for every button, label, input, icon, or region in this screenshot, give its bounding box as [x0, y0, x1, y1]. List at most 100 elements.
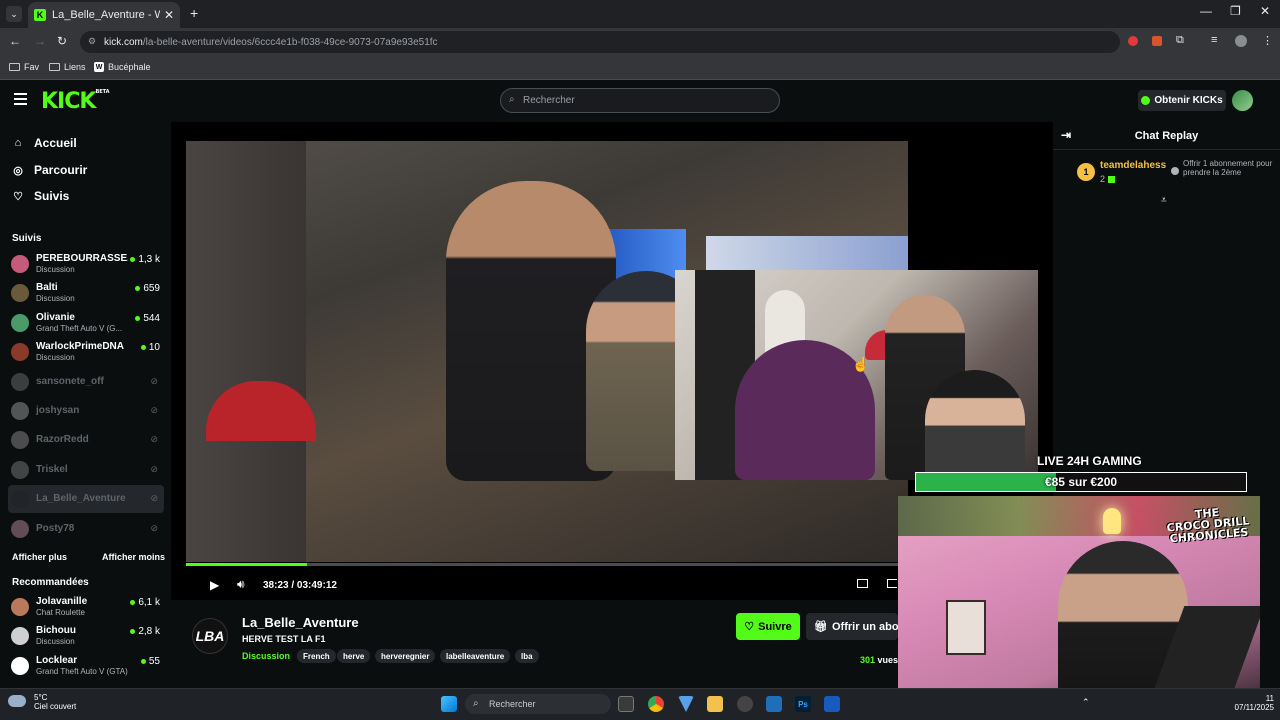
- chat-message-text: Offrir 1 abonnement pour prendre la 2ème: [1183, 159, 1273, 177]
- show-less-button[interactable]: Afficher moins: [102, 552, 165, 562]
- maximize-window-button[interactable]: ❐: [1230, 4, 1241, 18]
- url-field[interactable]: ⚙ kick.com/la-belle-aventure/videos/6ccc…: [80, 31, 1120, 53]
- sidebar-channel-locklear[interactable]: Locklear Grand Theft Auto V (GTA) 55: [8, 652, 164, 680]
- tag-herveregnier[interactable]: herveregnier: [375, 649, 436, 663]
- viewer-count-value: 10: [148, 342, 160, 354]
- sidebar-channel-joshysan[interactable]: joshysan ⊘: [8, 397, 164, 425]
- chevron-up-icon[interactable]: ⌃: [1082, 697, 1090, 708]
- app-icon[interactable]: [766, 696, 782, 712]
- show-more-button[interactable]: Afficher plus: [12, 552, 67, 562]
- tag-lba[interactable]: lba: [515, 649, 539, 663]
- extension-icon[interactable]: [1128, 36, 1138, 46]
- webcam-overlay: THE CROCO DRILL CHRONICLES: [898, 496, 1260, 700]
- chat-header: ⇥ Chat Replay: [1053, 122, 1280, 150]
- folder-icon: [9, 63, 20, 71]
- time-display: 38:23 / 03:49:12: [263, 580, 337, 591]
- sidebar-channel-la-belle-aventure[interactable]: La_Belle_Aventure ⊘: [8, 485, 164, 514]
- nav-parcourir[interactable]: ◎ Parcourir: [12, 163, 87, 177]
- sidebar-channel-triskel[interactable]: Triskel ⊘: [8, 456, 164, 484]
- sidebar-channel-jolavanille[interactable]: Jolavanille Chat Roulette 6,1 k: [8, 593, 164, 621]
- rank-badge: 1: [1077, 163, 1095, 181]
- miniplayer-icon[interactable]: [857, 579, 868, 588]
- follow-button[interactable]: ♡ Suivre: [736, 613, 800, 640]
- channel-name: Triskel: [36, 463, 68, 475]
- close-tab-icon[interactable]: ✕: [164, 8, 174, 22]
- bookmark-bucephale[interactable]: W Bucéphale: [94, 62, 151, 72]
- sidebar-channel-warlockprimedna[interactable]: WarlockPrimeDNA Discussion 10: [8, 338, 164, 366]
- live-dot-icon: [140, 345, 146, 351]
- app-icon[interactable]: [737, 696, 753, 712]
- media-control-icon[interactable]: ≡: [1211, 34, 1217, 46]
- sidebar-channel-razorredd[interactable]: RazorRedd ⊘: [8, 426, 164, 454]
- theater-mode-icon[interactable]: [887, 579, 897, 588]
- channel-avatar: [11, 460, 29, 479]
- volume-icon[interactable]: 🔊︎: [237, 577, 245, 592]
- weather-widget[interactable]: 5°C Ciel couvert: [8, 693, 76, 711]
- profile-avatar[interactable]: [1235, 35, 1247, 47]
- word-icon[interactable]: [824, 696, 840, 712]
- new-tab-button[interactable]: +: [190, 5, 198, 21]
- kick-logo[interactable]: KICKBETA: [41, 89, 110, 114]
- get-kicks-button[interactable]: Obtenir KICKs: [1138, 90, 1226, 111]
- close-window-button[interactable]: ✕: [1260, 4, 1270, 18]
- sidebar-channel-olivanie[interactable]: Olivanie Grand Theft Auto V (G... 544: [8, 309, 164, 337]
- hamburger-menu-icon[interactable]: [14, 93, 27, 105]
- forward-arrow-icon[interactable]: →: [34, 34, 46, 48]
- user-avatar[interactable]: [1232, 90, 1253, 111]
- site-info-icon[interactable]: ⚙: [88, 36, 96, 47]
- channel-name: WarlockPrimeDNA: [36, 341, 124, 353]
- browser-tab[interactable]: K La_Belle_Aventure - Watch the V ✕: [28, 2, 180, 28]
- bookmark-fav[interactable]: Fav: [9, 62, 39, 72]
- gift-icon: 🎁︎: [814, 621, 828, 633]
- tag-french[interactable]: French: [297, 649, 336, 663]
- reload-icon[interactable]: ↻: [57, 34, 67, 48]
- taskbar-search[interactable]: ⌕ Rechercher: [465, 694, 611, 714]
- channel-avatar: [11, 402, 29, 420]
- channel-avatar[interactable]: LBA: [192, 618, 228, 654]
- viewer-count: 544: [135, 313, 160, 324]
- viewer-count-value: 6,1 k: [138, 597, 160, 608]
- windows-start-icon[interactable]: [441, 696, 457, 712]
- channel-avatar: [11, 255, 29, 273]
- menu-kebab-icon[interactable]: ⋮: [1262, 34, 1273, 47]
- channel-avatar: [11, 372, 29, 391]
- tab-list-button[interactable]: ⌄: [6, 6, 22, 22]
- live-dot-icon: [130, 600, 136, 605]
- browser-tab-bar: ⌄ K La_Belle_Aventure - Watch the V ✕ + …: [0, 0, 1280, 28]
- system-clock[interactable]: 11 07/11/2025: [1214, 694, 1274, 712]
- channel-name: Olivanie: [36, 311, 75, 323]
- chrome-icon[interactable]: [648, 696, 664, 712]
- channel-category: Grand Theft Auto V (G...: [36, 323, 123, 333]
- viewer-count: 659: [135, 283, 160, 294]
- nav-suivis[interactable]: ♡ Suivis: [12, 189, 69, 203]
- chat-username[interactable]: teamdelahess: [1100, 160, 1166, 171]
- video-progress-bar[interactable]: [186, 563, 908, 566]
- tag-herve[interactable]: herve: [337, 649, 371, 663]
- extension-icon[interactable]: [1152, 36, 1162, 46]
- donation-goal-text: €85 sur €200: [1044, 475, 1118, 489]
- sidebar-channel-sansonete-off[interactable]: sansonete_off ⊘: [8, 368, 164, 396]
- video-controls: ▶ 🔊︎ 38:23 / 03:49:12: [186, 574, 908, 596]
- tag-labelleaventure[interactable]: labelleaventure: [440, 649, 511, 663]
- sidebar-channel-balti[interactable]: Balti Discussion 659: [8, 279, 164, 307]
- sidebar-channel-bichouu[interactable]: Bichouu Discussion 2,8 k: [8, 622, 164, 650]
- back-arrow-icon[interactable]: ←: [9, 34, 21, 48]
- bookmark-liens[interactable]: Liens: [49, 62, 86, 72]
- channel-name[interactable]: La_Belle_Aventure: [242, 615, 359, 630]
- channel-category: Grand Theft Auto V (GTA): [36, 666, 128, 676]
- gift-subscription-button[interactable]: 🎁︎ Offrir un abon: [806, 613, 898, 640]
- search-input[interactable]: ⌕ Rechercher: [500, 88, 780, 113]
- sidebar-channel-posty78[interactable]: Posty78 ⊘: [8, 515, 164, 543]
- photoshop-icon[interactable]: Ps: [795, 696, 811, 712]
- sidebar-channel-perebourrasse-[interactable]: PEREBOURRASSE... Discussion 1,3 k: [8, 250, 164, 278]
- nav-accueil[interactable]: ⌂ Accueil: [12, 136, 77, 150]
- category-link[interactable]: Discussion: [242, 651, 290, 661]
- scroll-down-icon[interactable]: ⩡: [1161, 195, 1167, 206]
- task-view-icon[interactable]: [618, 696, 634, 712]
- viewer-count-value: 544: [143, 312, 160, 324]
- extensions-puzzle-icon[interactable]: ⧉: [1176, 34, 1184, 47]
- file-explorer-icon[interactable]: [707, 696, 723, 712]
- channel-category: Chat Roulette: [36, 608, 85, 617]
- minimize-window-button[interactable]: —: [1200, 4, 1212, 18]
- play-icon[interactable]: ▶: [210, 578, 219, 592]
